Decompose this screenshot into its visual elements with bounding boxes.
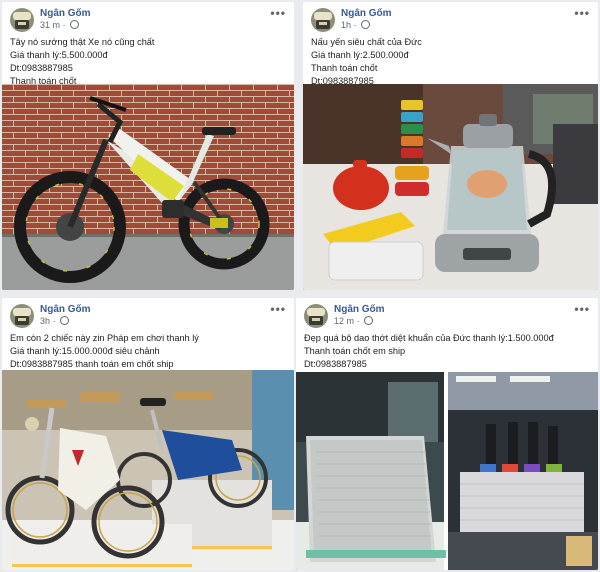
avatar[interactable] [10,304,34,328]
post-1: Ngân Gốm 31 m · ••• Tây nó sướng thật Xe… [2,2,294,290]
post-line: Giá thanh lý:2.500.000đ [311,50,409,60]
post-text: Em còn 2 chiếc này zin Pháp em chơi than… [10,332,286,371]
author-name[interactable]: Ngân Gốm [334,304,385,315]
post-text: Đẹp quá bộ dao thớt diệt khuẩn của Đức t… [304,332,590,371]
post-time[interactable]: 31 m · [40,20,80,30]
post-header: Ngân Gốm 3h · ••• [10,302,286,328]
author-name[interactable]: Ngân Gốm [40,8,91,19]
post-header: Ngân Gốm 31 m · ••• [10,6,286,32]
more-options-icon[interactable]: ••• [270,302,286,316]
post-line: Thanh toán chốt [311,63,378,73]
post-photo[interactable] [303,84,598,290]
post-line: Dt:0983887985 [304,359,367,369]
knife-block-photos [296,372,598,570]
post-line: Dt:0983887985 [10,63,73,73]
post-header: Ngân Gốm 1h · ••• [311,6,590,32]
scooters-photo [2,370,294,570]
post-header: Ngân Gốm 12 m · ••• [304,302,590,328]
avatar[interactable] [10,8,34,32]
globe-icon [70,20,80,29]
post-line: Giá thanh lý:5.500.000đ [10,50,108,60]
globe-icon [364,316,374,325]
kettle-photo [303,84,598,290]
globe-icon [361,20,371,29]
post-line: Đẹp quá bộ dao thớt diệt khuẩn của Đức t… [304,333,554,343]
more-options-icon[interactable]: ••• [574,302,590,316]
avatar[interactable] [311,8,335,32]
post-photo[interactable] [2,370,294,570]
post-line: Giá thanh lý:15.000.000đ siêu chảnh [10,346,160,356]
author-name[interactable]: Ngân Gốm [40,304,91,315]
post-line: Tây nó sướng thật Xe nó cũng chất [10,37,155,47]
globe-icon [60,316,70,325]
post-text: Tây nó sướng thật Xe nó cũng chất Giá th… [10,36,286,88]
post-time[interactable]: 12 m · [334,316,374,326]
post-photo[interactable] [2,84,294,290]
more-options-icon[interactable]: ••• [574,6,590,20]
post-time[interactable]: 3h · [40,316,70,326]
post-line: Thanh toán chốt em ship [304,346,406,356]
post-3: Ngân Gốm 3h · ••• Em còn 2 chiếc này zin… [2,298,294,570]
post-line: Nấu yến siêu chất của Đức [311,37,422,47]
post-2: Ngân Gốm 1h · ••• Nấu yến siêu chất của … [303,2,598,290]
more-options-icon[interactable]: ••• [270,6,286,20]
post-line: Em còn 2 chiếc này zin Pháp em chơi than… [10,333,199,343]
post-time[interactable]: 1h · [341,20,371,30]
post-photo-grid[interactable] [296,372,598,570]
ebike-photo [2,84,294,290]
post-text: Nấu yến siêu chất của Đức Giá thanh lý:2… [311,36,590,88]
author-name[interactable]: Ngân Gốm [341,8,392,19]
post-4: Ngân Gốm 12 m · ••• Đẹp quá bộ dao thớt … [296,298,598,570]
avatar[interactable] [304,304,328,328]
